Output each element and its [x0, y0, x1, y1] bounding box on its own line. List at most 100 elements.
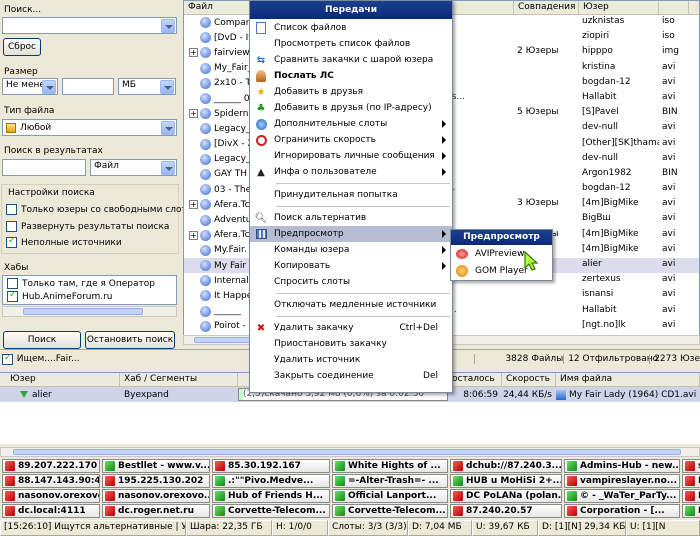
menu-item-7[interactable]: Дополнительные слоты	[250, 116, 452, 132]
ext-cell: img	[662, 46, 679, 57]
menu-item-14[interactable]: 🔍︎ Поиск альтернатив	[250, 210, 452, 226]
hub-tab[interactable]: .:""Pivo.Medve...	[212, 474, 330, 488]
size-mode-select[interactable]: Не менее	[2, 78, 58, 95]
hub-checkbox[interactable]	[7, 290, 18, 302]
hub-tab[interactable]: dc.roger.net.ru	[102, 504, 210, 518]
expand-icon[interactable]: +	[189, 200, 198, 210]
hub-tab[interactable]: Hub of Friends H...	[212, 489, 330, 503]
hub-tab-row: 88.147.143.90:4001 195.225.130.202 .:""Piv…	[0, 474, 700, 489]
expand-icon[interactable]: +	[189, 230, 198, 240]
size-mode-dropdown-icon[interactable]	[42, 80, 56, 94]
expand-icon[interactable]: +	[189, 48, 198, 58]
hub-tab[interactable]: 195.225.130.202	[102, 474, 210, 488]
hub-tab[interactable]: Corporation - [...	[564, 504, 680, 518]
transfers-hscrollbar[interactable]	[0, 447, 700, 457]
menu-item-6[interactable]: ♣ Добавить в друзья (по IP-адресу)	[250, 100, 452, 116]
search-button[interactable]: Поиск	[3, 331, 81, 349]
hub-tab[interactable]: Kiev.S	[682, 474, 700, 488]
hub-tab[interactable]: 89.207.222.170	[2, 459, 100, 473]
hub-tab[interactable]: 85.30.192.167	[212, 459, 330, 473]
hub-tab[interactable]: dc.local:4111	[2, 504, 100, 518]
col-user[interactable]: Юзер	[579, 1, 659, 14]
hub-tab[interactable]: DC PoLANa (polan...	[450, 489, 562, 503]
hub-tab[interactable]: Admins-Hub - new...	[564, 459, 680, 473]
free-slots-checkbox[interactable]	[6, 204, 17, 215]
col-hub[interactable]: Хаб / Сегменты	[120, 373, 238, 386]
hub-tab[interactable]: White Hights of ...	[332, 459, 448, 473]
hub-tab[interactable]: 87.240.20.57	[450, 504, 562, 518]
search-in-results-input[interactable]	[2, 159, 86, 176]
menu-item-24[interactable]: Удалить источник	[250, 352, 452, 368]
hub-tab[interactable]: nasonov.orexovo...	[102, 489, 210, 503]
filetype-select[interactable]: Любой	[2, 119, 177, 136]
hub-filter-item[interactable]: Только там, где я Оператор	[3, 276, 176, 291]
search-active-checkbox[interactable]	[2, 353, 13, 365]
menu-item-9[interactable]: Игнорировать личные сообщения	[250, 148, 452, 164]
match-cell	[514, 319, 579, 334]
menu-item-16[interactable]: Команды юзера	[250, 242, 452, 258]
hub-tab[interactable]: HUB u MoHiSi 2+...	[450, 474, 562, 488]
opt-free-slots[interactable]: Только юзеры со свободными слотами	[6, 204, 205, 215]
transfers-scroll-thumb[interactable]	[13, 449, 681, 455]
hub-filter-item[interactable]: Hub.AnimeForum.ru	[3, 290, 176, 302]
size-unit-select[interactable]: МБ	[118, 78, 176, 95]
opt-expand[interactable]: Развернуть результаты поиска	[6, 221, 169, 232]
hub-tab[interactable]: vampireslayer.no...	[564, 474, 680, 488]
expand-checkbox[interactable]	[6, 221, 17, 232]
hub-tab[interactable]: Corvette-Telecom...	[212, 504, 330, 518]
hub-tab[interactable]: dchub://87.240.3...	[450, 459, 562, 473]
field-dropdown-icon[interactable]	[161, 161, 175, 175]
col-matches[interactable]: Совпадения	[514, 1, 579, 14]
hub-tab[interactable]: =-Alter-Trash=- ...	[332, 474, 448, 488]
menu-item-4[interactable]: Послать ЛС	[250, 68, 452, 84]
size-value-input[interactable]	[62, 78, 114, 95]
search-input[interactable]	[2, 17, 177, 34]
menu-item-12[interactable]: Принудительная попытка	[250, 187, 452, 203]
hub-tab[interactable]: Bash	[682, 489, 700, 503]
incomplete-checkbox[interactable]	[6, 236, 17, 248]
match-cell	[514, 15, 579, 30]
menu-item-8[interactable]: Ограничить скорость	[250, 132, 452, 148]
menu-item-5[interactable]: ★ Добавить в друзья	[250, 84, 452, 100]
opt-incomplete[interactable]: Неполные источники	[6, 236, 122, 248]
submenu-arrow-icon	[442, 152, 446, 160]
hubs-scrollbar[interactable]	[2, 306, 177, 317]
menu-item-10[interactable]: ▲ Инфа о пользователе	[250, 164, 452, 180]
menu-item-2[interactable]: Просмотреть список файлов	[250, 36, 452, 52]
menu-item-3[interactable]: ⇆ Сравнить закачки с шарой юзера	[250, 52, 452, 68]
file-type-icon	[200, 168, 211, 180]
col-ext[interactable]	[659, 1, 689, 14]
hub-tab[interactable]: © - _WaTer_ParTy...	[564, 489, 680, 503]
file-name: ______ 0	[214, 93, 250, 104]
hub-tab[interactable]: nasonov.orexovo.net	[2, 489, 100, 503]
hub-tab[interactable]: Corvette-Telecom...	[332, 504, 448, 518]
menu-item-15[interactable]: Предпросмотр	[250, 226, 452, 242]
menu-item-17[interactable]: Копировать	[250, 258, 452, 274]
search-dropdown-icon[interactable]	[161, 19, 175, 33]
menu-item-25[interactable]: Закрыть соединение Del	[250, 368, 452, 384]
menu-item-18[interactable]: Спросить слоты	[250, 274, 452, 290]
search-in-results-field-select[interactable]: Файл	[90, 159, 177, 176]
expand-icon[interactable]: +	[189, 109, 198, 119]
menu-item-20[interactable]: Отключать медленные источники	[250, 297, 452, 313]
hub-tab[interactable]: san4es.	[682, 459, 700, 473]
reset-button[interactable]: Сброс	[3, 38, 41, 56]
hub-tab[interactable]: Official Lanport...	[332, 489, 448, 503]
hub-tab[interactable]: Byexpand	[682, 504, 700, 518]
size-unit-dropdown-icon[interactable]	[160, 80, 174, 94]
col-remaining[interactable]: осталось	[448, 373, 502, 386]
col-user[interactable]: Юзер	[0, 373, 120, 386]
scroll-thumb[interactable]	[23, 308, 143, 315]
menu-item-23[interactable]: Приостановить закачку	[250, 336, 452, 352]
col-speed[interactable]: Скорость	[502, 373, 556, 386]
menu-item-1[interactable]: Список файлов	[250, 20, 452, 36]
hub-tab[interactable]: 88.147.143.90:4001	[2, 474, 100, 488]
menu-item-22[interactable]: ✖ Удалить закачку Ctrl+Del	[250, 320, 452, 336]
hub-checkbox[interactable]	[7, 278, 18, 289]
hub-tab[interactable]: Bestllet - www.v...	[102, 459, 210, 473]
filetype-dropdown-icon[interactable]	[161, 121, 175, 135]
stop-search-button[interactable]: Остановить поиск	[85, 331, 175, 349]
col-filename[interactable]: Имя файла	[556, 373, 700, 386]
ext-cell: BIN	[662, 107, 678, 118]
results-scroll-thumb[interactable]	[194, 337, 254, 343]
